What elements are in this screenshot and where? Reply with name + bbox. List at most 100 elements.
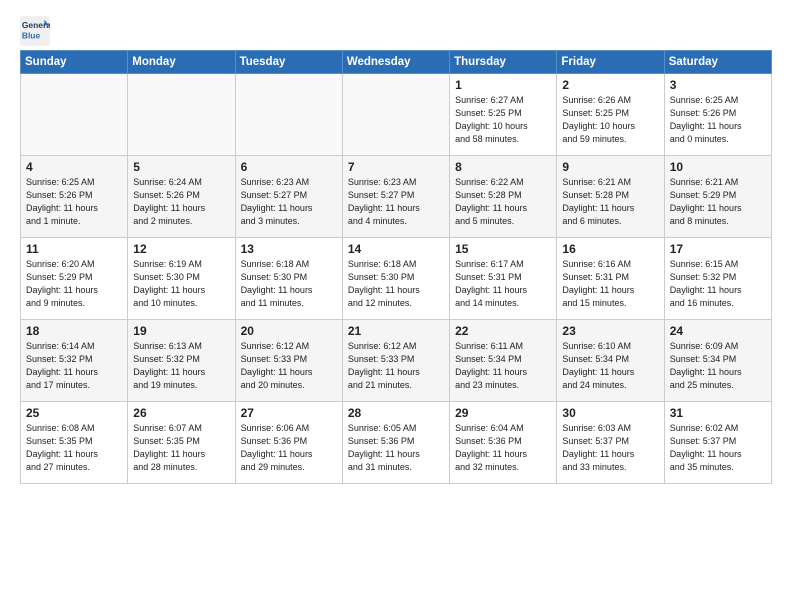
day-info: Sunrise: 6:20 AM Sunset: 5:29 PM Dayligh…	[26, 258, 122, 310]
calendar-cell: 21 Sunrise: 6:12 AM Sunset: 5:33 PM Dayli…	[342, 320, 449, 402]
header-day-wednesday: Wednesday	[342, 51, 449, 74]
day-info: Sunrise: 6:24 AM Sunset: 5:26 PM Dayligh…	[133, 176, 229, 228]
day-number: 30	[562, 406, 658, 420]
week-row-3: 11 Sunrise: 6:20 AM Sunset: 5:29 PM Dayli…	[21, 238, 772, 320]
day-number: 28	[348, 406, 444, 420]
day-number: 3	[670, 78, 766, 92]
day-number: 23	[562, 324, 658, 338]
day-info: Sunrise: 6:11 AM Sunset: 5:34 PM Dayligh…	[455, 340, 551, 392]
calendar-cell	[342, 74, 449, 156]
day-info: Sunrise: 6:17 AM Sunset: 5:31 PM Dayligh…	[455, 258, 551, 310]
header-day-saturday: Saturday	[664, 51, 771, 74]
calendar-cell: 3 Sunrise: 6:25 AM Sunset: 5:26 PM Daylig…	[664, 74, 771, 156]
calendar-cell: 10 Sunrise: 6:21 AM Sunset: 5:29 PM Dayli…	[664, 156, 771, 238]
day-number: 22	[455, 324, 551, 338]
day-info: Sunrise: 6:25 AM Sunset: 5:26 PM Dayligh…	[670, 94, 766, 146]
day-info: Sunrise: 6:13 AM Sunset: 5:32 PM Dayligh…	[133, 340, 229, 392]
day-info: Sunrise: 6:10 AM Sunset: 5:34 PM Dayligh…	[562, 340, 658, 392]
calendar-cell: 17 Sunrise: 6:15 AM Sunset: 5:32 PM Dayli…	[664, 238, 771, 320]
day-number: 9	[562, 160, 658, 174]
day-number: 26	[133, 406, 229, 420]
day-info: Sunrise: 6:23 AM Sunset: 5:27 PM Dayligh…	[348, 176, 444, 228]
calendar-cell: 20 Sunrise: 6:12 AM Sunset: 5:33 PM Dayli…	[235, 320, 342, 402]
day-number: 20	[241, 324, 337, 338]
day-number: 27	[241, 406, 337, 420]
day-info: Sunrise: 6:12 AM Sunset: 5:33 PM Dayligh…	[348, 340, 444, 392]
day-info: Sunrise: 6:12 AM Sunset: 5:33 PM Dayligh…	[241, 340, 337, 392]
week-row-5: 25 Sunrise: 6:08 AM Sunset: 5:35 PM Dayli…	[21, 402, 772, 484]
header-day-thursday: Thursday	[450, 51, 557, 74]
day-info: Sunrise: 6:05 AM Sunset: 5:36 PM Dayligh…	[348, 422, 444, 474]
calendar-cell: 9 Sunrise: 6:21 AM Sunset: 5:28 PM Daylig…	[557, 156, 664, 238]
day-number: 13	[241, 242, 337, 256]
day-info: Sunrise: 6:19 AM Sunset: 5:30 PM Dayligh…	[133, 258, 229, 310]
calendar-cell: 23 Sunrise: 6:10 AM Sunset: 5:34 PM Dayli…	[557, 320, 664, 402]
day-number: 18	[26, 324, 122, 338]
svg-text:Blue: Blue	[22, 31, 41, 41]
day-info: Sunrise: 6:08 AM Sunset: 5:35 PM Dayligh…	[26, 422, 122, 474]
day-number: 31	[670, 406, 766, 420]
day-info: Sunrise: 6:21 AM Sunset: 5:28 PM Dayligh…	[562, 176, 658, 228]
day-info: Sunrise: 6:25 AM Sunset: 5:26 PM Dayligh…	[26, 176, 122, 228]
calendar-cell: 11 Sunrise: 6:20 AM Sunset: 5:29 PM Dayli…	[21, 238, 128, 320]
calendar-cell: 4 Sunrise: 6:25 AM Sunset: 5:26 PM Daylig…	[21, 156, 128, 238]
week-row-2: 4 Sunrise: 6:25 AM Sunset: 5:26 PM Daylig…	[21, 156, 772, 238]
calendar-cell: 14 Sunrise: 6:18 AM Sunset: 5:30 PM Dayli…	[342, 238, 449, 320]
calendar-cell: 8 Sunrise: 6:22 AM Sunset: 5:28 PM Daylig…	[450, 156, 557, 238]
day-info: Sunrise: 6:22 AM Sunset: 5:28 PM Dayligh…	[455, 176, 551, 228]
day-number: 5	[133, 160, 229, 174]
calendar-cell: 12Sunrise: 6:19 AM Sunset: 5:30 PM Dayli…	[128, 238, 235, 320]
calendar-cell: 26Sunrise: 6:07 AM Sunset: 5:35 PM Dayli…	[128, 402, 235, 484]
header-day-monday: Monday	[128, 51, 235, 74]
calendar-cell: 25 Sunrise: 6:08 AM Sunset: 5:35 PM Dayli…	[21, 402, 128, 484]
calendar-cell: 1Sunrise: 6:27 AM Sunset: 5:25 PM Daylig…	[450, 74, 557, 156]
calendar-cell: 30 Sunrise: 6:03 AM Sunset: 5:37 PM Dayli…	[557, 402, 664, 484]
calendar-cell: 31 Sunrise: 6:02 AM Sunset: 5:37 PM Dayli…	[664, 402, 771, 484]
calendar-cell	[128, 74, 235, 156]
day-info: Sunrise: 6:04 AM Sunset: 5:36 PM Dayligh…	[455, 422, 551, 474]
day-info: Sunrise: 6:02 AM Sunset: 5:37 PM Dayligh…	[670, 422, 766, 474]
day-number: 6	[241, 160, 337, 174]
calendar-cell: 22 Sunrise: 6:11 AM Sunset: 5:34 PM Dayli…	[450, 320, 557, 402]
day-number: 29	[455, 406, 551, 420]
day-number: 14	[348, 242, 444, 256]
page-header: General Blue	[20, 16, 772, 46]
header-day-tuesday: Tuesday	[235, 51, 342, 74]
calendar-cell: 19 Sunrise: 6:13 AM Sunset: 5:32 PM Dayli…	[128, 320, 235, 402]
calendar-cell: 6 Sunrise: 6:23 AM Sunset: 5:27 PM Daylig…	[235, 156, 342, 238]
day-number: 17	[670, 242, 766, 256]
day-info: Sunrise: 6:23 AM Sunset: 5:27 PM Dayligh…	[241, 176, 337, 228]
day-number: 16	[562, 242, 658, 256]
calendar-cell: 28 Sunrise: 6:05 AM Sunset: 5:36 PM Dayli…	[342, 402, 449, 484]
day-info: Sunrise: 6:26 AM Sunset: 5:25 PM Dayligh…	[562, 94, 658, 146]
day-number: 2	[562, 78, 658, 92]
week-row-4: 18Sunrise: 6:14 AM Sunset: 5:32 PM Dayli…	[21, 320, 772, 402]
day-info: Sunrise: 6:18 AM Sunset: 5:30 PM Dayligh…	[241, 258, 337, 310]
day-info: Sunrise: 6:03 AM Sunset: 5:37 PM Dayligh…	[562, 422, 658, 474]
day-number: 8	[455, 160, 551, 174]
calendar-cell: 5 Sunrise: 6:24 AM Sunset: 5:26 PM Daylig…	[128, 156, 235, 238]
day-number: 19	[133, 324, 229, 338]
header-row: SundayMondayTuesdayWednesdayThursdayFrid…	[21, 51, 772, 74]
calendar-cell: 16Sunrise: 6:16 AM Sunset: 5:31 PM Dayli…	[557, 238, 664, 320]
calendar-cell: 18Sunrise: 6:14 AM Sunset: 5:32 PM Dayli…	[21, 320, 128, 402]
calendar-table: SundayMondayTuesdayWednesdayThursdayFrid…	[20, 50, 772, 484]
day-info: Sunrise: 6:21 AM Sunset: 5:29 PM Dayligh…	[670, 176, 766, 228]
day-number: 25	[26, 406, 122, 420]
day-number: 24	[670, 324, 766, 338]
logo: General Blue	[20, 16, 50, 46]
day-number: 15	[455, 242, 551, 256]
calendar-cell: 15 Sunrise: 6:17 AM Sunset: 5:31 PM Dayli…	[450, 238, 557, 320]
day-info: Sunrise: 6:09 AM Sunset: 5:34 PM Dayligh…	[670, 340, 766, 392]
logo-icon: General Blue	[20, 16, 50, 46]
day-number: 11	[26, 242, 122, 256]
calendar-body: 1Sunrise: 6:27 AM Sunset: 5:25 PM Daylig…	[21, 74, 772, 484]
day-number: 21	[348, 324, 444, 338]
calendar-cell	[235, 74, 342, 156]
day-number: 10	[670, 160, 766, 174]
header-day-friday: Friday	[557, 51, 664, 74]
day-info: Sunrise: 6:18 AM Sunset: 5:30 PM Dayligh…	[348, 258, 444, 310]
day-info: Sunrise: 6:15 AM Sunset: 5:32 PM Dayligh…	[670, 258, 766, 310]
day-number: 4	[26, 160, 122, 174]
calendar-cell: 13 Sunrise: 6:18 AM Sunset: 5:30 PM Dayli…	[235, 238, 342, 320]
